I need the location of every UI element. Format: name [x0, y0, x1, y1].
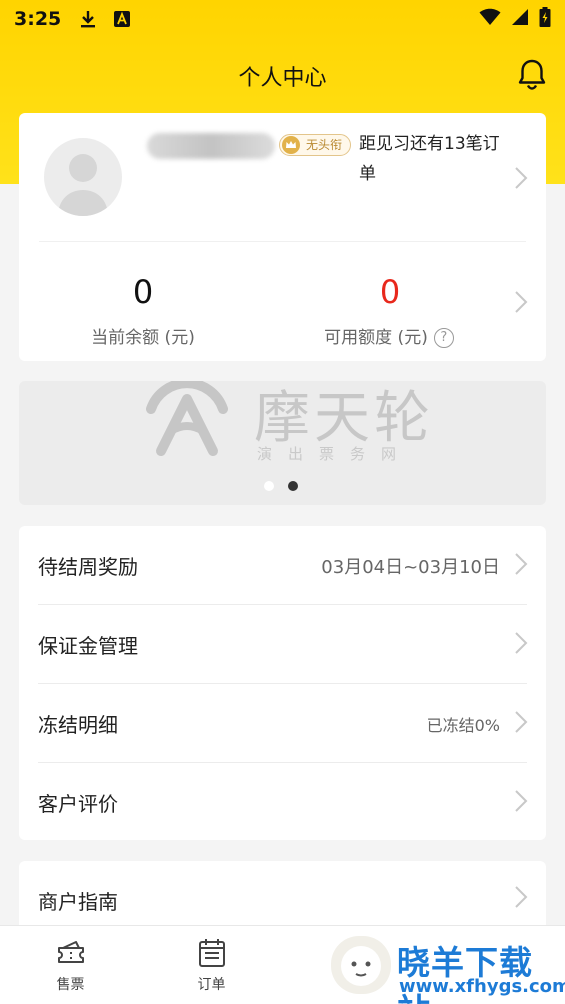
sheep-logo-icon: [331, 936, 391, 994]
menu-item-label: 冻结明细: [38, 713, 118, 737]
battery-icon: [539, 6, 551, 32]
carousel-indicator: [264, 481, 298, 491]
username-blurred: [147, 133, 275, 159]
tab-orders[interactable]: 订单: [141, 926, 282, 1004]
status-bar: 3:25: [0, 0, 565, 38]
calendar-icon: [198, 939, 225, 967]
page-title: 个人中心: [238, 66, 327, 91]
ticket-icon: [57, 941, 84, 963]
carousel-dot[interactable]: [264, 481, 274, 491]
signal-icon: [511, 8, 529, 31]
balance-label: 当前余额 (元): [91, 328, 195, 348]
menu-item-label: 保证金管理: [38, 634, 138, 658]
download-icon: [77, 8, 99, 30]
menu-item-label: 待结周奖励: [38, 555, 138, 579]
tab-label: 订单: [197, 977, 226, 993]
chevron-right-icon: [514, 710, 528, 734]
banner-carousel[interactable]: 摩天轮 演出票务网: [19, 381, 546, 505]
status-time: 3:25: [14, 8, 62, 30]
chevron-right-icon: [514, 631, 528, 655]
menu-item-value: 已冻结0%: [426, 715, 500, 735]
rank-badge: 无头衔: [279, 134, 352, 156]
menu-item-value: 03月04日~03月10日: [321, 556, 500, 578]
promotion-progress-text: 距见习还有13笔订单: [359, 134, 500, 184]
chevron-right-icon: [514, 789, 528, 813]
menu-item-customer-reviews[interactable]: 客户评价: [19, 763, 546, 842]
credit-label: 可用额度 (元): [324, 328, 428, 348]
menu-item-label: 客户评价: [38, 792, 118, 816]
chevron-right-icon: [514, 885, 528, 909]
rank-badge-label: 无头衔: [306, 138, 343, 152]
tab-label: 售票: [56, 977, 85, 993]
avatar[interactable]: [44, 138, 122, 216]
ferris-wheel-logo-icon: [146, 381, 228, 456]
carousel-dot-active[interactable]: [288, 481, 298, 491]
menu-item-deposit[interactable]: 保证金管理: [19, 605, 546, 684]
menu-item-frozen-details[interactable]: 冻结明细 已冻结0%: [19, 684, 546, 763]
watermark-overlay: 晓羊下载站 www.xfhygs.com: [325, 930, 565, 1004]
chevron-right-icon[interactable]: [514, 290, 528, 314]
help-icon[interactable]: ?: [433, 328, 454, 348]
tab-sell-tickets[interactable]: 售票: [0, 926, 141, 1004]
wifi-icon: [479, 8, 501, 31]
menu-item-label: 商户指南: [38, 890, 118, 914]
app-notification-icon: [111, 8, 133, 30]
crown-icon: [282, 136, 300, 154]
credit-value: 0: [379, 273, 401, 311]
menu-item-weekly-reward[interactable]: 待结周奖励 03月04日~03月10日: [19, 526, 546, 605]
profile-card: 无头衔 距见习还有13笔订单 0 当前余额 (元) 0 可用额度 (元)?: [19, 113, 546, 361]
balance-value: 0: [132, 273, 154, 311]
bell-icon[interactable]: [517, 58, 547, 90]
page-header: 个人中心: [0, 38, 565, 114]
banner-subtitle: 演出票务网: [257, 445, 413, 463]
credit-label-group: 可用额度 (元)?: [279, 323, 499, 348]
menu-list: 待结周奖励 03月04日~03月10日 保证金管理 冻结明细 已冻结0% 客户评…: [19, 526, 546, 840]
watermark-url: www.xfhygs.com: [399, 976, 565, 997]
chevron-right-icon[interactable]: [514, 166, 528, 190]
divider: [39, 241, 526, 242]
chevron-right-icon: [514, 552, 528, 576]
